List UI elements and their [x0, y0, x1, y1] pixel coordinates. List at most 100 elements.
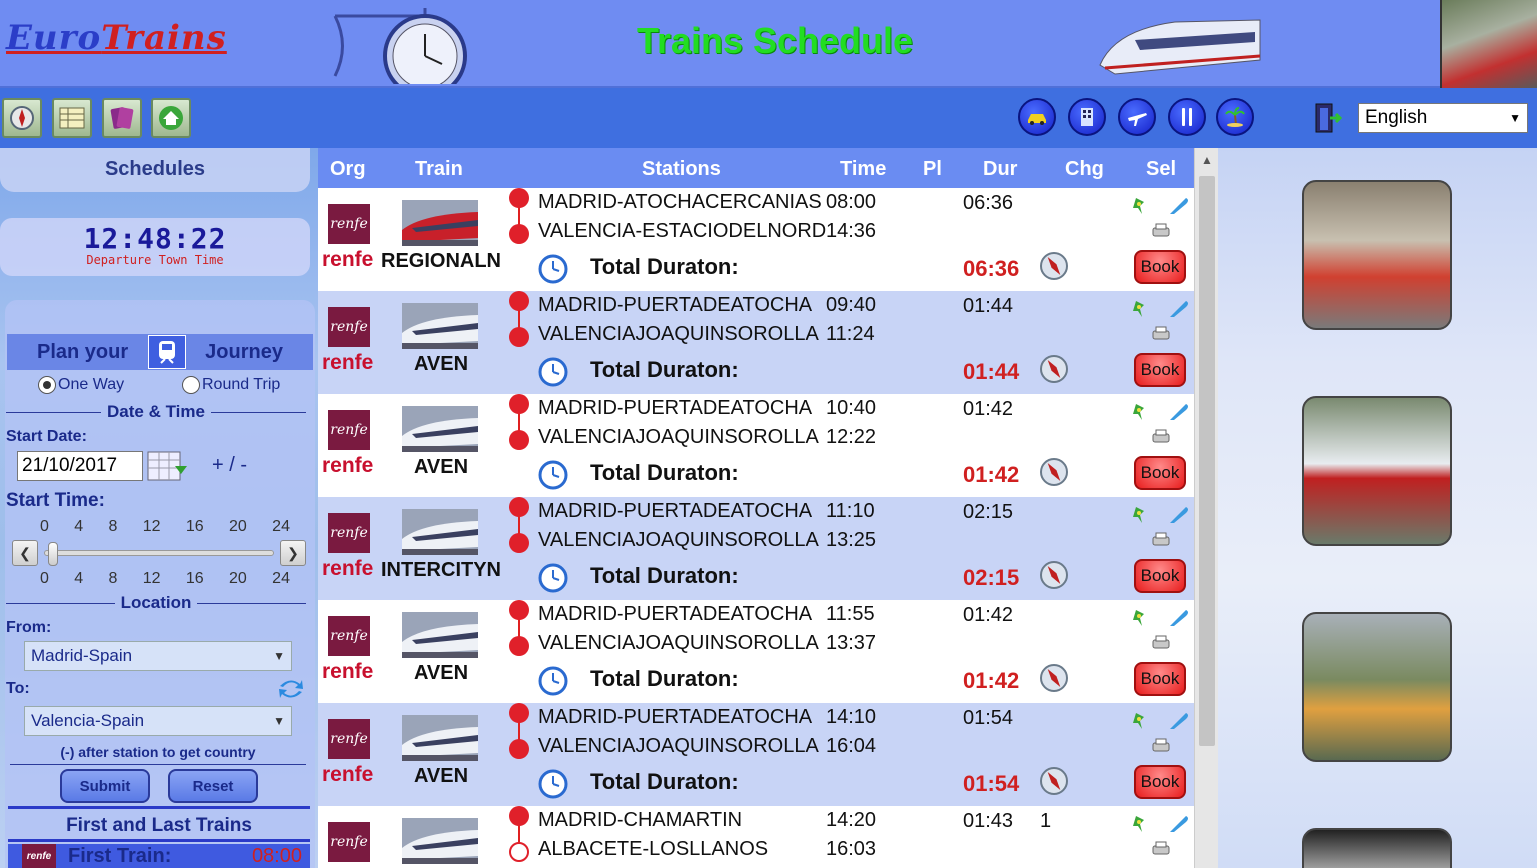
departure-station[interactable]: MADRID-PUERTADEATOCHA	[538, 397, 812, 420]
date-plus-minus[interactable]: + / -	[212, 454, 247, 477]
schedule-button[interactable]	[2, 98, 42, 138]
print-icon[interactable]	[1150, 634, 1172, 652]
col-changes[interactable]: Chg	[1065, 158, 1104, 181]
route-compass-icon[interactable]	[1038, 559, 1070, 591]
route-compass-icon[interactable]	[1038, 662, 1070, 694]
print-icon[interactable]	[1150, 325, 1172, 343]
feather-pen-icon[interactable]	[1168, 402, 1190, 422]
map-pin-icon[interactable]	[1130, 505, 1150, 525]
home-button[interactable]	[151, 98, 191, 138]
table-row[interactable]: renfe renfe REGIONALN MADRID-ATOCHACERCA…	[318, 188, 1194, 291]
map-pin-icon[interactable]	[1130, 608, 1150, 628]
arrival-station[interactable]: VALENCIAJOAQUINSOROLLA	[538, 632, 819, 655]
map-pin-icon[interactable]	[1130, 402, 1150, 422]
map-pin-icon[interactable]	[1130, 814, 1150, 834]
departure-station[interactable]: MADRID-PUERTADEATOCHA	[538, 603, 812, 626]
scroll-up-arrow[interactable]: ▲	[1195, 148, 1219, 172]
start-date-input[interactable]: 21/10/2017	[17, 451, 143, 481]
submit-button[interactable]: Submit	[60, 769, 150, 803]
table-row[interactable]: renfe renfe AVEN MADRID-PUERTADEATOCHA V…	[318, 600, 1194, 703]
to-select[interactable]: Valencia-Spain ▼	[24, 706, 292, 736]
departure-station[interactable]: MADRID-PUERTADEATOCHA	[538, 294, 812, 317]
eurotrains-logo[interactable]: EuroTrains	[6, 18, 227, 58]
calendar-icon[interactable]	[147, 450, 189, 482]
col-time[interactable]: Time	[840, 158, 886, 181]
slider-thumb[interactable]	[48, 542, 58, 566]
map-pin-icon[interactable]	[1130, 711, 1150, 731]
language-select[interactable]: English ▼	[1358, 103, 1528, 133]
feather-pen-icon[interactable]	[1168, 299, 1190, 319]
book-button[interactable]: Book	[1134, 662, 1186, 696]
exit-icon[interactable]	[1312, 102, 1344, 134]
print-icon[interactable]	[1150, 531, 1172, 549]
train-name[interactable]: AVEN	[376, 353, 506, 376]
route-compass-icon[interactable]	[1038, 765, 1070, 797]
round-trip-option[interactable]: Round Trip	[182, 376, 280, 394]
table-row[interactable]: renfe renfe AVEN MADRID-PUERTADEATOCHA V…	[318, 291, 1194, 394]
arrival-station[interactable]: VALENCIAJOAQUINSOROLLA	[538, 323, 819, 346]
print-icon[interactable]	[1150, 840, 1172, 858]
car-rental-button[interactable]	[1018, 98, 1056, 136]
book-button[interactable]: Book	[1134, 559, 1186, 593]
arrival-station[interactable]: VALENCIA-ESTACIODELNORD	[538, 220, 826, 243]
feather-pen-icon[interactable]	[1168, 196, 1190, 216]
route-compass-icon[interactable]	[1038, 353, 1070, 385]
train-name[interactable]: AVEN	[376, 456, 506, 479]
feather-pen-icon[interactable]	[1168, 608, 1190, 628]
print-icon[interactable]	[1150, 737, 1172, 755]
feather-pen-icon[interactable]	[1168, 814, 1190, 834]
print-icon[interactable]	[1150, 222, 1172, 240]
round-trip-radio[interactable]	[182, 376, 200, 394]
restaurants-button[interactable]	[1168, 98, 1206, 136]
train-name[interactable]: AVEN	[376, 662, 506, 685]
train-name[interactable]: REGIONALN	[376, 250, 506, 273]
flights-button[interactable]	[1118, 98, 1156, 136]
map-pin-icon[interactable]	[1130, 299, 1150, 319]
book-button[interactable]: Book	[1134, 765, 1186, 799]
feather-pen-icon[interactable]	[1168, 505, 1190, 525]
table-row[interactable]: renfe renfe INTERCITYN MADRID-PUERTADEAT…	[318, 497, 1194, 600]
departure-station[interactable]: MADRID-PUERTADEATOCHA	[538, 500, 812, 523]
table-row[interactable]: renfe renfe ALVIA04000 MADRID-CHAMARTIN …	[318, 806, 1194, 868]
train-name[interactable]: INTERCITYN	[376, 559, 506, 582]
holidays-button[interactable]	[1216, 98, 1254, 136]
arrival-station[interactable]: ALBACETE-LOSLLANOS	[538, 838, 768, 861]
hotels-button[interactable]	[1068, 98, 1106, 136]
gallery-photo-station-hall[interactable]	[1302, 180, 1452, 330]
one-way-option[interactable]: One Way	[38, 376, 124, 394]
timetable-button[interactable]	[52, 98, 92, 138]
start-time-slider[interactable]: ❮ ❯	[8, 540, 308, 568]
book-button[interactable]: Book	[1134, 250, 1186, 284]
gallery-photo-partial[interactable]	[1302, 828, 1452, 868]
swap-icon[interactable]	[276, 676, 306, 702]
slider-right-arrow[interactable]: ❯	[280, 540, 306, 566]
col-org[interactable]: Org	[330, 158, 366, 181]
reset-button[interactable]: Reset	[168, 769, 258, 803]
map-pin-icon[interactable]	[1130, 196, 1150, 216]
gallery-photo-eurostar[interactable]	[1302, 612, 1452, 762]
arrival-station[interactable]: VALENCIAJOAQUINSOROLLA	[538, 426, 819, 449]
one-way-radio[interactable]	[38, 376, 56, 394]
arrival-station[interactable]: VALENCIAJOAQUINSOROLLA	[538, 529, 819, 552]
col-platform[interactable]: Pl	[923, 158, 942, 181]
col-select[interactable]: Sel	[1146, 158, 1176, 181]
scroll-thumb[interactable]	[1199, 176, 1215, 746]
table-row[interactable]: renfe renfe AVEN MADRID-PUERTADEATOCHA V…	[318, 394, 1194, 497]
col-duration[interactable]: Dur	[983, 158, 1017, 181]
slider-track[interactable]	[44, 550, 274, 556]
route-compass-icon[interactable]	[1038, 250, 1070, 282]
departure-station[interactable]: MADRID-PUERTADEATOCHA	[538, 706, 812, 729]
tickets-button[interactable]	[102, 98, 142, 138]
departure-station[interactable]: MADRID-ATOCHACERCANIAS	[538, 191, 822, 214]
col-stations[interactable]: Stations	[642, 158, 721, 181]
table-scrollbar[interactable]: ▲	[1194, 148, 1218, 868]
gallery-photo-ice-train[interactable]	[1302, 396, 1452, 546]
from-select[interactable]: Madrid-Spain ▼	[24, 641, 292, 671]
print-icon[interactable]	[1150, 428, 1172, 446]
feather-pen-icon[interactable]	[1168, 711, 1190, 731]
departure-station[interactable]: MADRID-CHAMARTIN	[538, 809, 742, 832]
train-name[interactable]: AVEN	[376, 765, 506, 788]
table-row[interactable]: renfe renfe AVEN MADRID-PUERTADEATOCHA V…	[318, 703, 1194, 806]
route-compass-icon[interactable]	[1038, 456, 1070, 488]
arrival-station[interactable]: VALENCIAJOAQUINSOROLLA	[538, 735, 819, 758]
